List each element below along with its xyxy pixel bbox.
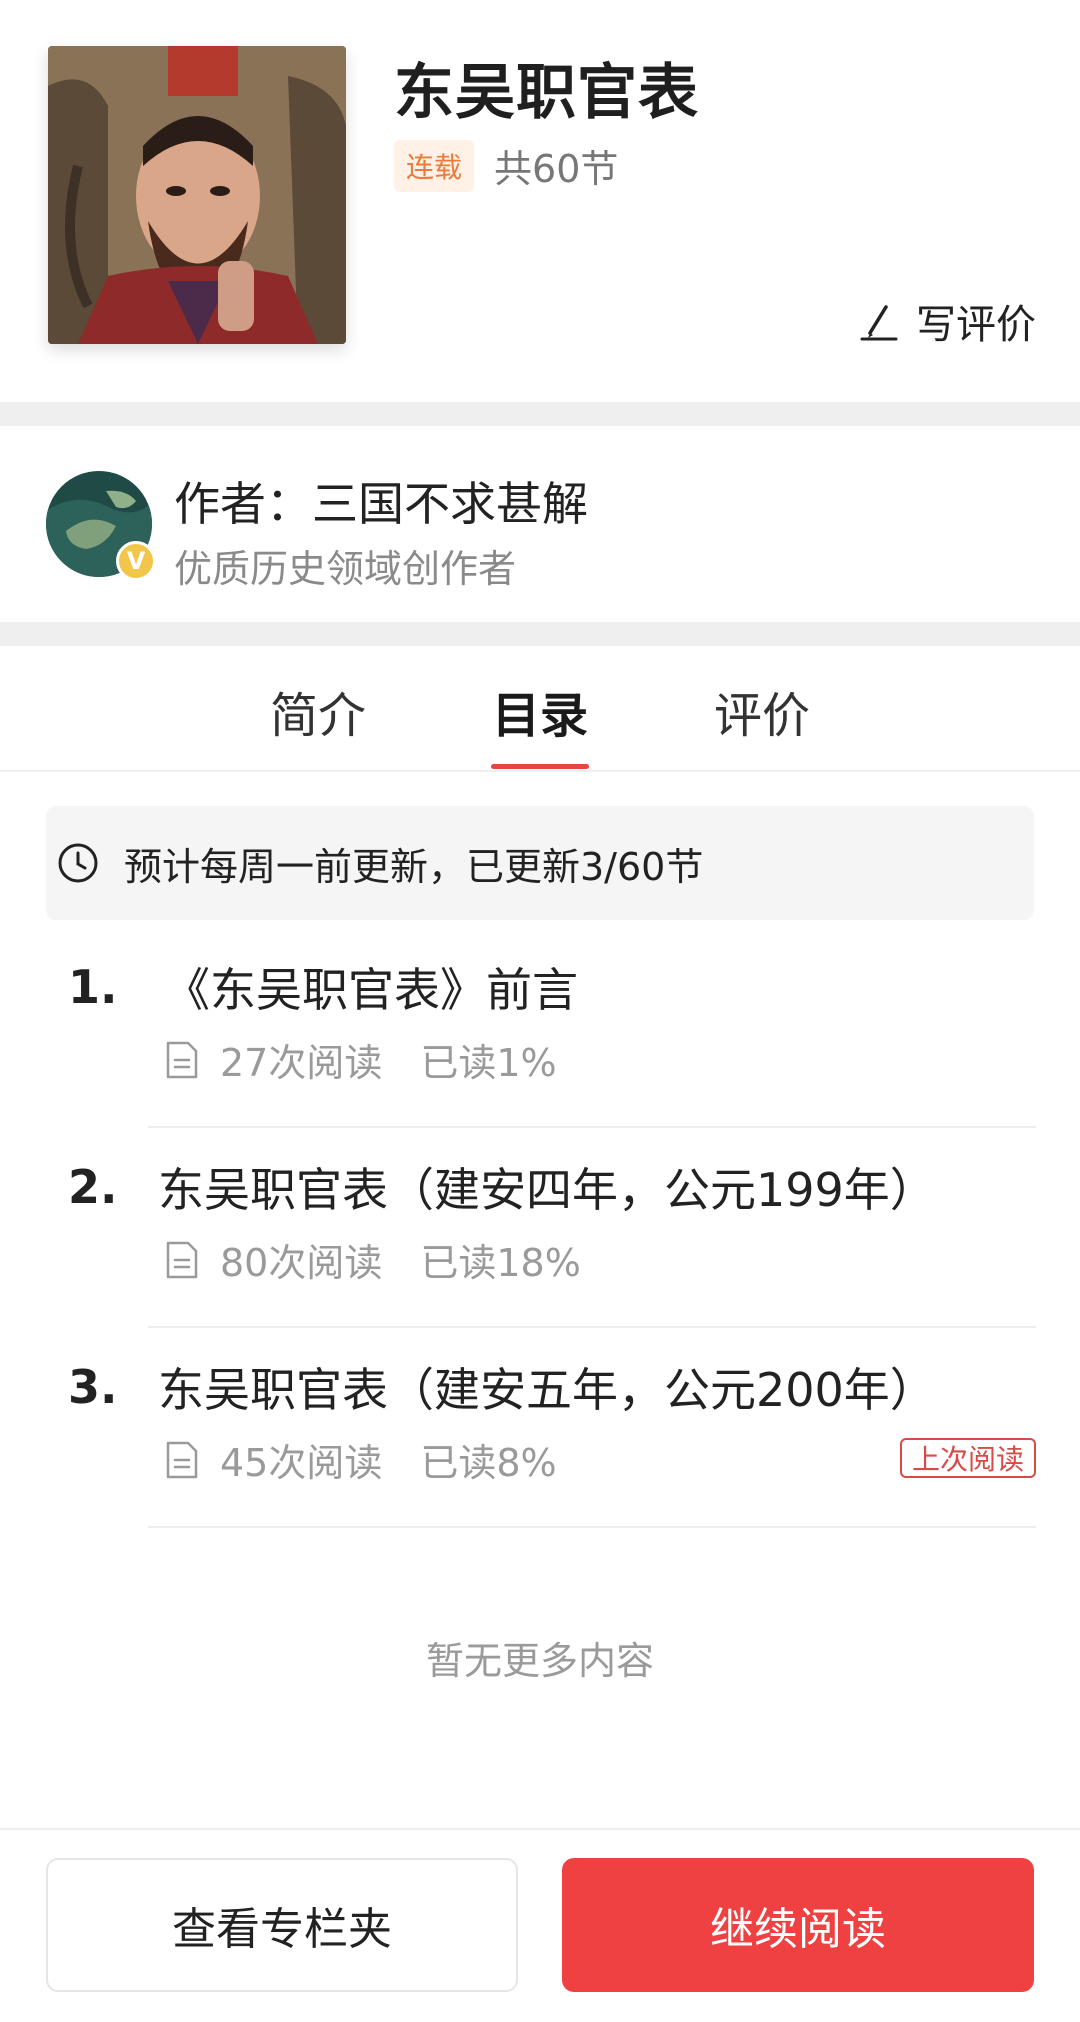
author-description: 优质历史领域创作者 xyxy=(174,547,517,591)
last-read-badge: 上次阅读 xyxy=(899,1438,1036,1478)
author-name: 作者：三国不求甚解 xyxy=(174,477,588,531)
document-icon xyxy=(166,1441,198,1478)
chapter-title: 东吴职官表（建安五年，公元200年） xyxy=(158,1363,936,1417)
book-title: 东吴职官表 xyxy=(394,58,699,128)
document-icon xyxy=(166,1241,198,1278)
chapter-meta: 80次阅读 已读18% xyxy=(164,1232,581,1287)
chapter-number: 2. xyxy=(68,1160,118,1214)
tab-intro[interactable]: 简介 xyxy=(238,676,398,746)
document-icon xyxy=(166,1041,198,1078)
section-divider xyxy=(0,622,1080,646)
column-detail-page: 东吴职官表 连载 共60节 写评价 V 作者：三国不求甚解 优质历史领域创作者 … xyxy=(0,0,1080,2022)
chapter-meta: 45次阅读 已读8% xyxy=(164,1432,557,1487)
sections-count: 共60节 xyxy=(494,147,619,191)
view-column-folder-button[interactable]: 查看专栏夹 xyxy=(46,1858,518,1992)
tab-bar: 简介 目录 评价 xyxy=(0,646,1080,772)
chapter-item[interactable]: 1. 《东吴职官表》前言 27次阅读 已读1% xyxy=(0,928,1080,1128)
chapter-title: 《东吴职官表》前言 xyxy=(164,963,578,1017)
chapter-read-count: 45次阅读 xyxy=(220,1441,383,1485)
chapter-read-progress: 已读18% xyxy=(420,1241,581,1285)
continue-reading-button[interactable]: 继续阅读 xyxy=(562,1858,1034,1992)
chapter-number: 1. xyxy=(68,960,118,1014)
pen-icon xyxy=(860,305,898,341)
no-more-content: 暂无更多内容 xyxy=(425,1639,654,1683)
chapter-read-progress: 已读1% xyxy=(420,1041,557,1085)
update-notice: 预计每周一前更新，已更新3/60节 xyxy=(46,806,1034,920)
chapter-read-count: 80次阅读 xyxy=(220,1241,383,1285)
chapter-title: 东吴职官表（建安四年，公元199年） xyxy=(158,1163,936,1217)
clock-icon xyxy=(58,843,98,883)
chapter-divider xyxy=(148,1526,1036,1528)
chapter-meta: 27次阅读 已读1% xyxy=(164,1032,557,1087)
chapter-item[interactable]: 2. 东吴职官表（建安四年，公元199年） 80次阅读 已读18% xyxy=(0,1128,1080,1328)
write-review-button[interactable]: 写评价 xyxy=(856,292,1036,350)
update-notice-text: 预计每周一前更新，已更新3/60节 xyxy=(124,844,704,889)
book-header: 东吴职官表 连载 共60节 写评价 xyxy=(0,0,1080,402)
book-meta: 连载 共60节 xyxy=(394,138,618,193)
tab-catalog[interactable]: 目录 xyxy=(460,676,620,746)
serial-status-badge: 连载 xyxy=(394,139,475,192)
chapter-number: 3. xyxy=(68,1360,118,1414)
active-tab-indicator xyxy=(491,764,589,769)
chapter-read-count: 27次阅读 xyxy=(220,1041,383,1085)
write-review-label: 写评价 xyxy=(916,302,1036,348)
chapter-read-progress: 已读8% xyxy=(420,1441,557,1485)
tab-reviews[interactable]: 评价 xyxy=(682,676,842,746)
author-avatar[interactable]: V xyxy=(46,471,156,581)
book-cover-image xyxy=(48,46,346,344)
section-divider xyxy=(0,402,1080,426)
chapter-item[interactable]: 3. 东吴职官表（建安五年，公元200年） 45次阅读 已读8% 上次阅读 xyxy=(0,1328,1080,1528)
verified-badge: V xyxy=(116,541,156,581)
bottom-action-bar: 查看专栏夹 继续阅读 xyxy=(0,1828,1080,2022)
author-info[interactable]: V 作者：三国不求甚解 优质历史领域创作者 xyxy=(0,426,1080,622)
